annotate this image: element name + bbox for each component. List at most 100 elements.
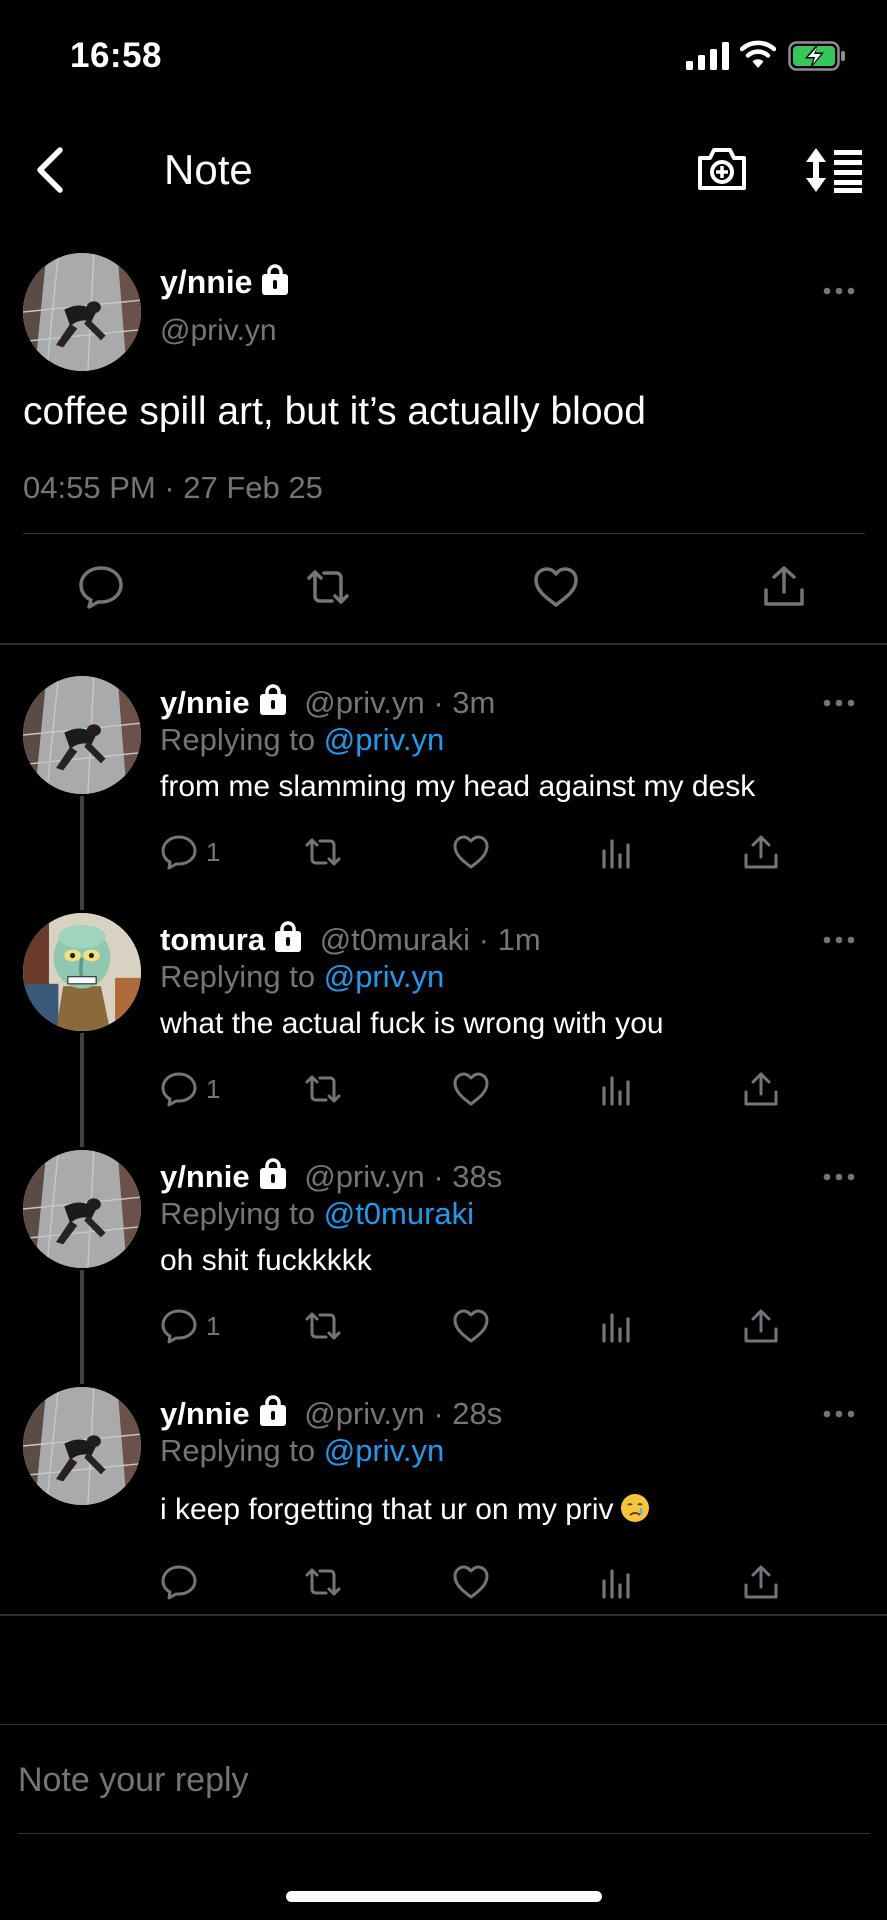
analytics-icon [602, 1569, 630, 1599]
avatar[interactable] [23, 1387, 141, 1505]
reply-time: 3m [452, 685, 496, 720]
home-indicator[interactable] [286, 1891, 602, 1902]
reply-button[interactable]: 1 [160, 1068, 220, 1110]
share-button[interactable] [742, 1561, 780, 1603]
avatar[interactable] [23, 1150, 141, 1268]
crying-face-emoji-icon [620, 1494, 649, 1522]
reply-actions [0, 1561, 887, 1611]
replying-to-label: Replying to [160, 959, 324, 994]
share-icon[interactable] [761, 564, 807, 610]
reply-button[interactable] [160, 1561, 206, 1603]
status-bar: 16:58 [0, 0, 887, 110]
like-button[interactable] [452, 1305, 490, 1347]
author-handle[interactable]: @priv.yn [160, 314, 277, 348]
share-button[interactable] [742, 1305, 780, 1347]
reply-icon[interactable] [78, 564, 124, 610]
reply-header: tomura @t0muraki · 1m [160, 921, 541, 958]
replying-to-label: Replying to [160, 722, 324, 757]
lock-icon [275, 921, 302, 952]
reply-text: from me slamming my head against my desk [160, 770, 756, 803]
retweet-button[interactable] [304, 1561, 342, 1603]
status-time: 16:58 [70, 36, 163, 75]
analytics-button[interactable] [598, 831, 636, 873]
sort-icon[interactable] [802, 146, 864, 194]
reply-header: y/nnie @priv.yn · 38s [160, 1158, 502, 1195]
separator: · [424, 685, 453, 720]
share-button[interactable] [742, 831, 780, 873]
author-name[interactable]: y/nnie [160, 1396, 250, 1431]
reply-time: 1m [497, 922, 541, 957]
replying-to: Replying to @priv.yn [160, 722, 444, 758]
replying-to: Replying to @priv.yn [160, 959, 444, 995]
reply-count: 1 [206, 836, 221, 867]
reply-button[interactable]: 1 [160, 831, 220, 873]
more-options-icon[interactable] [822, 698, 856, 708]
reply-actions: 1 [0, 1068, 887, 1118]
author-handle[interactable]: @priv.yn [304, 685, 424, 720]
avatar-image [23, 1387, 141, 1505]
avatar-image [23, 913, 141, 1031]
mention-link[interactable]: @t0muraki [324, 1196, 474, 1231]
separator: · [424, 1159, 453, 1194]
like-button[interactable] [452, 1561, 490, 1603]
mention-link[interactable]: @priv.yn [324, 959, 444, 994]
analytics-icon [602, 1313, 630, 1343]
analytics-icon [602, 1076, 630, 1106]
author-handle[interactable]: @priv.yn [304, 1159, 424, 1194]
more-options-icon[interactable] [822, 1409, 856, 1419]
retweet-icon [305, 838, 341, 866]
reply-text: what the actual fuck is wrong with you [160, 1007, 664, 1040]
like-icon[interactable] [533, 564, 579, 610]
post-timestamp: 04:55 PM · 27 Feb 25 [23, 470, 323, 505]
replying-to: Replying to @priv.yn [160, 1433, 444, 1469]
mention-link[interactable]: @priv.yn [324, 1433, 444, 1468]
like-icon [453, 1309, 489, 1343]
post-text: coffee spill art, but it’s actually bloo… [23, 390, 646, 433]
author-name[interactable]: y/nnie [160, 1159, 250, 1194]
more-options-icon[interactable] [822, 1172, 856, 1182]
avatar[interactable] [23, 676, 141, 794]
avatar-image [23, 676, 141, 794]
camera-add-icon[interactable] [696, 144, 748, 194]
more-options-icon[interactable] [822, 935, 856, 945]
reply-header: y/nnie @priv.yn · 3m [160, 684, 495, 721]
reply-button[interactable]: 1 [160, 1305, 220, 1347]
retweet-button[interactable] [304, 1305, 342, 1347]
retweet-icon [305, 1075, 341, 1103]
divider [0, 1614, 887, 1616]
analytics-button[interactable] [598, 1561, 636, 1603]
divider [0, 1724, 887, 1725]
reply-compose-input[interactable] [18, 1752, 858, 1808]
avatar[interactable] [23, 253, 141, 371]
divider [0, 643, 887, 645]
mention-link[interactable]: @priv.yn [324, 722, 444, 757]
like-button[interactable] [452, 831, 490, 873]
share-icon [744, 835, 778, 869]
share-button[interactable] [742, 1068, 780, 1110]
more-options-icon[interactable] [822, 286, 856, 296]
lock-icon [262, 264, 289, 295]
reply-text: i keep forgetting that ur on my priv [160, 1493, 614, 1526]
analytics-icon [602, 839, 630, 869]
reply-text: oh shit fuckkkkk [160, 1244, 372, 1277]
reply-icon [161, 1309, 197, 1344]
author-name[interactable]: y/nnie [160, 685, 250, 720]
retweet-icon [305, 1312, 341, 1340]
reply-actions: 1 [0, 831, 887, 881]
like-button[interactable] [452, 1068, 490, 1110]
author-handle[interactable]: @t0muraki [320, 922, 470, 957]
reply-header: y/nnie @priv.yn · 28s [160, 1395, 502, 1432]
analytics-button[interactable] [598, 1068, 636, 1110]
author-name[interactable]: tomura [160, 922, 265, 957]
analytics-button[interactable] [598, 1305, 636, 1347]
author-name[interactable]: y/nnie [160, 264, 290, 301]
chevron-left-icon[interactable] [28, 144, 72, 196]
retweet-icon[interactable] [305, 564, 351, 610]
separator: · [470, 922, 498, 957]
battery-charging-icon [788, 41, 845, 71]
retweet-button[interactable] [304, 831, 342, 873]
avatar[interactable] [23, 913, 141, 1031]
author-handle[interactable]: @priv.yn [304, 1396, 424, 1431]
avatar-image [23, 1150, 141, 1268]
retweet-button[interactable] [304, 1068, 342, 1110]
